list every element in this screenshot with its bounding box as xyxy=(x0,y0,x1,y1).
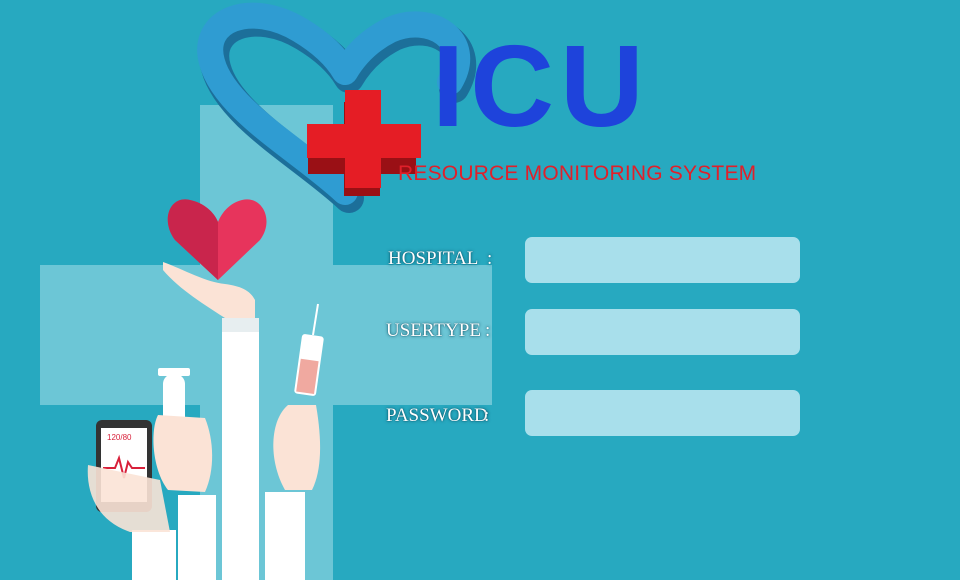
hospital-label: HOSPITAL xyxy=(388,248,479,269)
password-label: PASSWORD xyxy=(386,405,488,426)
password-label-colon: : xyxy=(484,405,490,426)
hospital-label-colon: : xyxy=(487,248,493,269)
blood-pressure-reading: 120/80 xyxy=(107,433,132,442)
app-title: ICU xyxy=(432,21,650,151)
app-subtitle: RESOURCE MONITORING SYSTEM xyxy=(398,162,757,185)
hospital-input[interactable] xyxy=(525,237,800,283)
phone-screen-readout: 120/80 xyxy=(107,433,132,442)
password-input[interactable] xyxy=(525,390,800,436)
usertype-label: USERTYPE xyxy=(386,320,481,341)
usertype-input[interactable] xyxy=(525,309,800,355)
usertype-label-colon: : xyxy=(485,320,491,341)
